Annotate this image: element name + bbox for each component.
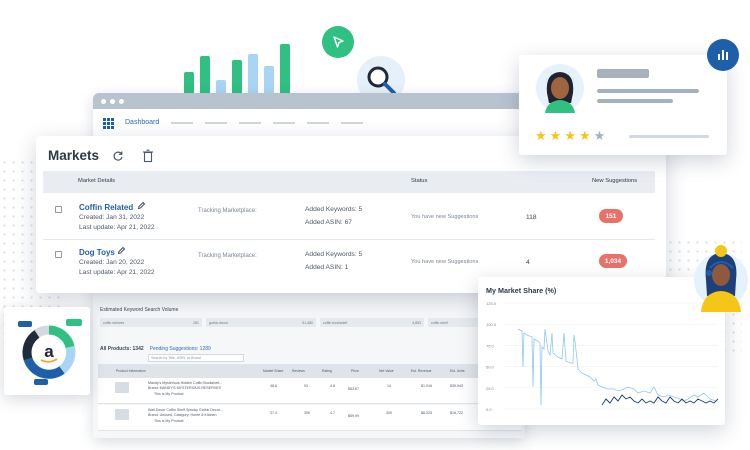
bar — [232, 60, 242, 94]
product-thumbnail — [115, 382, 129, 393]
bar — [184, 72, 194, 94]
products-count: All Products: 1342 Pending Suggestions: 1… — [100, 346, 211, 352]
star-icon: ★ — [535, 128, 547, 143]
y-tick-label: 25.0 — [486, 386, 495, 391]
edit-pencil-icon[interactable] — [137, 201, 146, 210]
product-thumbnail — [115, 409, 129, 420]
market-share-card: My Market Share (%) 125.0 100.0 75.0 50.0 25… — [478, 277, 725, 425]
dashboard-nav: Dashboard — [93, 109, 525, 137]
y-tick-label: 50.0 — [486, 365, 495, 370]
keyword-chip[interactable]: coffin shelves 281 — [100, 318, 202, 327]
edit-pencil-icon[interactable] — [117, 246, 126, 255]
keyword-chips: coffin shelves 281 gothic decor 51,480 cof… — [100, 318, 518, 327]
row-checkbox[interactable] — [55, 251, 62, 258]
products-panel: Estimated Keyword Search Volume coffin s… — [93, 296, 525, 438]
y-tick-label: 0.0 — [486, 407, 492, 412]
series-line — [517, 328, 717, 406]
suggestions-badge[interactable]: 151 — [599, 209, 623, 223]
row-checkbox[interactable] — [55, 206, 62, 213]
y-tick-label: 75.0 — [486, 343, 495, 348]
page-title: Markets — [48, 148, 100, 163]
text-placeholder-lines — [597, 69, 699, 103]
product-search-input[interactable]: Search by Title, ASIN, or Brand — [148, 354, 244, 362]
amazon-donut: a — [18, 319, 82, 385]
analytics-bubble — [707, 39, 739, 71]
series-line — [601, 394, 719, 406]
cursor-bubble — [322, 26, 354, 58]
keyword-volume-title: Estimated Keyword Search Volume — [100, 307, 179, 313]
apps-grid-icon[interactable] — [103, 117, 114, 129]
bar — [200, 56, 210, 94]
star-icon: ★ — [578, 128, 591, 143]
trash-icon[interactable] — [142, 149, 154, 163]
market-name-link[interactable]: Dog Toys — [79, 248, 115, 257]
amazon-integration-card: a — [4, 307, 90, 395]
bar — [248, 54, 258, 94]
market-share-chart: 125.0 100.0 75.0 50.0 25.0 0.0 — [486, 301, 719, 412]
svg-text:a: a — [44, 342, 54, 361]
keyword-chip[interactable]: coffin bookshelf 4,853 — [320, 318, 424, 327]
products-table-header: Product Information Market Share Reviews… — [98, 364, 522, 378]
magnifier-icon — [367, 66, 396, 95]
marketing-hero: Dashboard Estimated Keyword Search Volum… — [0, 0, 750, 450]
markets-table-header: Market Details Status New Suggestions — [43, 171, 655, 193]
bar — [280, 44, 290, 94]
star-icon: ★ — [593, 128, 606, 143]
bar-chart-icon — [718, 50, 728, 60]
rating-stars: ★ ★ ★ ★ ★ — [535, 129, 605, 142]
y-tick-label: 100.0 — [486, 322, 497, 327]
star-icon: ★ — [549, 128, 562, 143]
pending-suggestions-link[interactable]: Pending Suggestions: 1289 — [150, 346, 211, 352]
nav-dashboard-link[interactable]: Dashboard — [125, 119, 159, 126]
markets-card: Markets Market Details Status New Sugges… — [36, 136, 666, 293]
table-row[interactable]: Mandy's Mysterious Hidden Coffin Bookshe… — [98, 378, 522, 404]
keyword-chip[interactable]: gothic decor 51,480 — [206, 318, 316, 327]
review-card: ★ ★ ★ ★ ★ — [519, 55, 727, 155]
market-name-link[interactable]: Coffin Related — [79, 203, 133, 212]
window-chrome — [93, 93, 525, 109]
bar — [216, 80, 226, 94]
decorative-bar-chart — [184, 40, 294, 94]
cursor-icon — [333, 36, 344, 48]
table-row[interactable]: Wall Decor Coffin Shelf Spooky Gothic De… — [98, 405, 522, 431]
bar — [264, 66, 274, 94]
refresh-icon[interactable] — [112, 150, 124, 162]
support-agent-avatar — [694, 245, 748, 312]
star-icon: ★ — [564, 128, 576, 143]
suggestions-badge[interactable]: 1,034 — [599, 254, 627, 268]
reviewer-avatar — [536, 64, 584, 113]
market-row[interactable]: Coffin Related Created: Jan 31, 2022 Las… — [43, 196, 655, 241]
y-tick-label: 125.0 — [486, 301, 497, 306]
